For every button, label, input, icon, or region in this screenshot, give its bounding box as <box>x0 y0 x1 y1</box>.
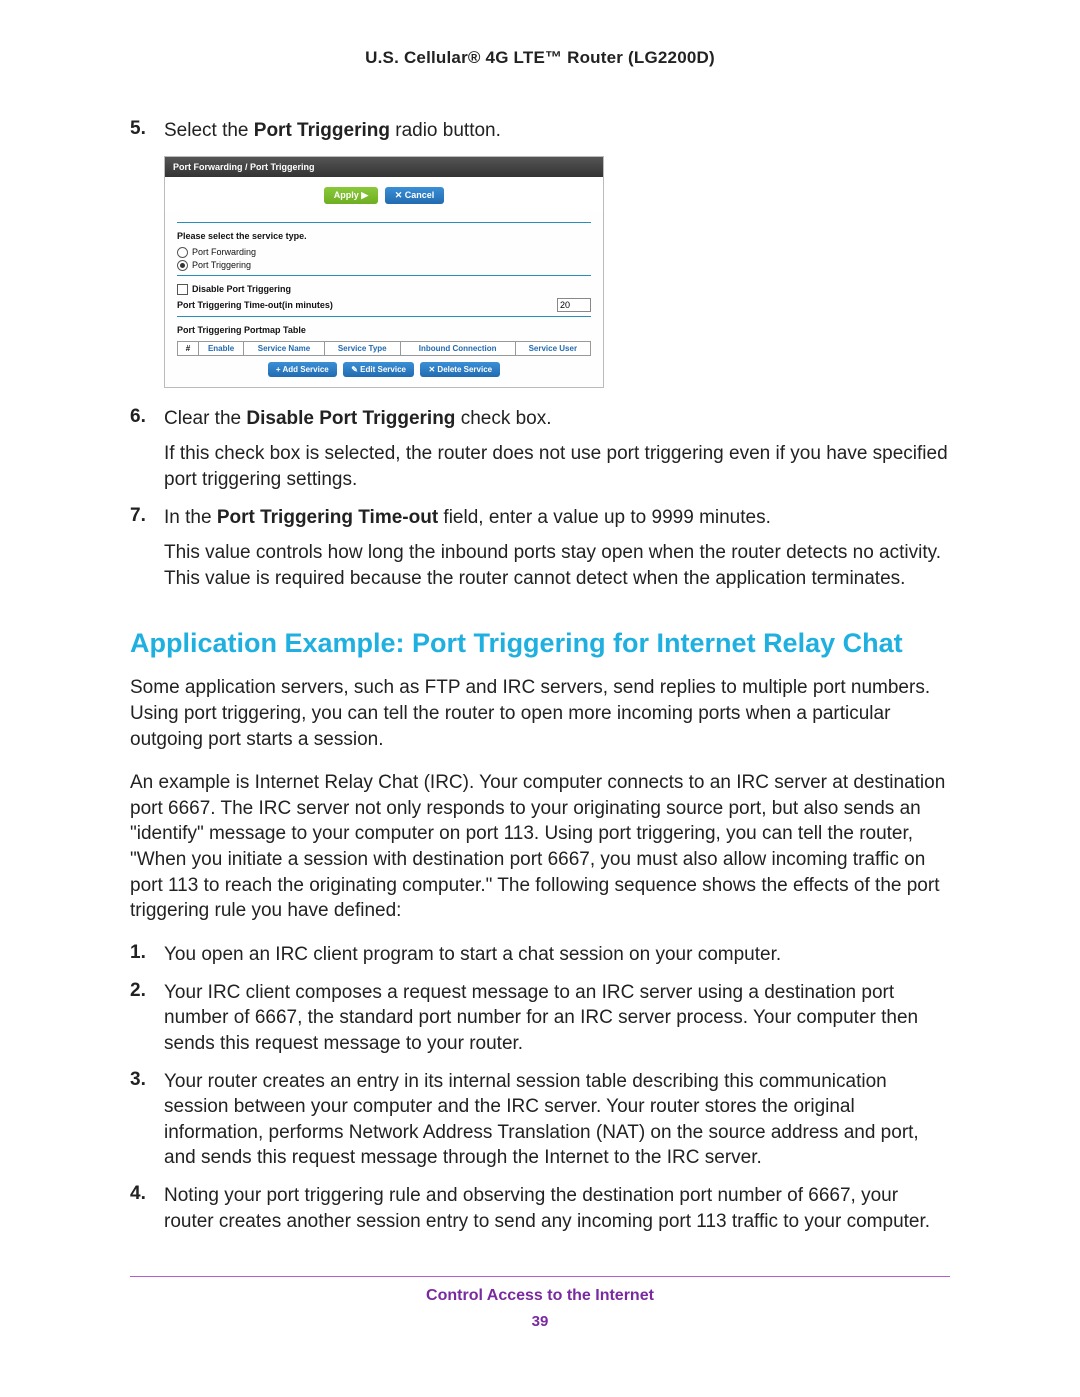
timeout-input[interactable] <box>557 298 591 312</box>
add-service-button[interactable]: + Add Service <box>268 362 337 377</box>
radio-label: Port Triggering <box>192 260 251 270</box>
radio-icon <box>177 260 188 271</box>
step-bold: Port Triggering <box>254 120 390 141</box>
router-ui-screenshot: Port Forwarding / Port Triggering Apply … <box>164 156 604 388</box>
table-actions: + Add Service ✎ Edit Service ✕ Delete Se… <box>177 356 591 377</box>
numbered-list: 1. You open an IRC client program to sta… <box>130 942 950 1234</box>
paragraph: An example is Internet Relay Chat (IRC).… <box>130 770 950 924</box>
item-text: You open an IRC client program to start … <box>164 942 950 968</box>
radio-icon <box>177 247 188 258</box>
radio-port-triggering[interactable]: Port Triggering <box>177 260 591 271</box>
th-service-user: Service User <box>515 341 590 355</box>
edit-service-button[interactable]: ✎ Edit Service <box>343 362 414 377</box>
item-text: Your router creates an entry in its inte… <box>164 1069 950 1172</box>
portmap-heading: Port Triggering Portmap Table <box>177 325 591 335</box>
step-bold: Port Triggering Time-out <box>217 507 438 528</box>
disable-checkbox[interactable]: Disable Port Triggering <box>177 284 591 295</box>
panel-title: Port Forwarding / Port Triggering <box>165 157 603 177</box>
th-service-name: Service Name <box>244 341 325 355</box>
portmap-table: # Enable Service Name Service Type Inbou… <box>177 341 591 356</box>
footer-rule <box>130 1276 950 1277</box>
step-text: In the <box>164 507 217 528</box>
step-subtext: This value controls how long the inbound… <box>164 540 950 591</box>
list-item: 2. Your IRC client composes a request me… <box>130 980 950 1057</box>
timeout-label: Port Triggering Time-out(in minutes) <box>177 300 333 310</box>
instruction-list: 5. Select the Port Triggering radio butt… <box>130 118 950 591</box>
step-text: radio button. <box>390 120 501 141</box>
step-number: 7. <box>130 505 164 527</box>
item-number: 3. <box>130 1069 164 1091</box>
cancel-button[interactable]: ✕ Cancel <box>385 187 445 204</box>
panel-body: Please select the service type. Port For… <box>165 212 603 387</box>
step-text: Clear the <box>164 408 246 429</box>
page-header: U.S. Cellular® 4G LTE™ Router (LG2200D) <box>130 48 950 68</box>
checkbox-icon <box>177 284 188 295</box>
step-number: 6. <box>130 406 164 428</box>
button-bar: Apply ▶ ✕ Cancel <box>165 177 603 212</box>
step-subtext: If this check box is selected, the route… <box>164 441 950 492</box>
list-item: 1. You open an IRC client program to sta… <box>130 942 950 968</box>
delete-service-button[interactable]: ✕ Delete Service <box>420 362 500 377</box>
step-number: 5. <box>130 118 164 140</box>
step-6: 6. Clear the Disable Port Triggering che… <box>130 406 950 493</box>
list-item: 3. Your router creates an entry in its i… <box>130 1069 950 1172</box>
radio-port-forwarding[interactable]: Port Forwarding <box>177 247 591 258</box>
item-number: 1. <box>130 942 164 964</box>
item-text: Your IRC client composes a request messa… <box>164 980 950 1057</box>
paragraph: Some application servers, such as FTP an… <box>130 675 950 752</box>
th-inbound: Inbound Connection <box>400 341 515 355</box>
timeout-row: Port Triggering Time-out(in minutes) <box>177 298 591 312</box>
step-text: Select the <box>164 120 254 141</box>
table-header-row: # Enable Service Name Service Type Inbou… <box>178 341 591 355</box>
th-service-type: Service Type <box>324 341 400 355</box>
step-5: 5. Select the Port Triggering radio butt… <box>130 118 950 388</box>
step-text: field, enter a value up to 9999 minutes. <box>438 507 771 528</box>
th-enable: Enable <box>199 341 244 355</box>
item-number: 4. <box>130 1183 164 1205</box>
step-bold: Disable Port Triggering <box>246 408 455 429</box>
step-7: 7. In the Port Triggering Time-out field… <box>130 505 950 592</box>
footer-section: Control Access to the Internet <box>130 1287 950 1305</box>
radio-label: Port Forwarding <box>192 247 256 257</box>
list-item: 4. Noting your port triggering rule and … <box>130 1183 950 1234</box>
service-type-heading: Please select the service type. <box>177 231 591 241</box>
step-text: check box. <box>455 408 551 429</box>
section-heading: Application Example: Port Triggering for… <box>130 627 950 661</box>
item-number: 2. <box>130 980 164 1002</box>
checkbox-label: Disable Port Triggering <box>192 284 291 294</box>
th-index: # <box>178 341 199 355</box>
footer-page-number: 39 <box>130 1313 950 1330</box>
apply-button[interactable]: Apply ▶ <box>324 187 378 204</box>
document-page: U.S. Cellular® 4G LTE™ Router (LG2200D) … <box>0 0 1080 1397</box>
item-text: Noting your port triggering rule and obs… <box>164 1183 950 1234</box>
